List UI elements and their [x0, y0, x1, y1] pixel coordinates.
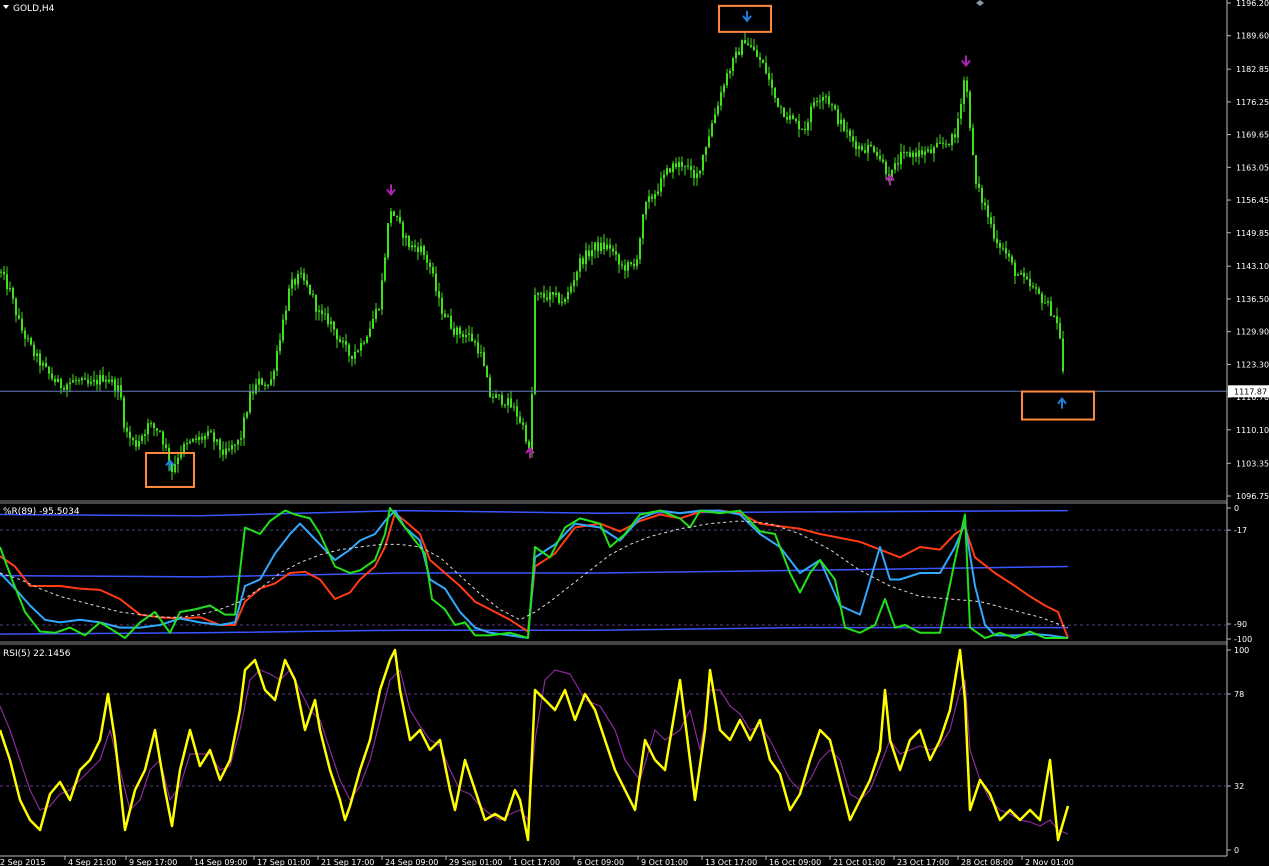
price-tick-label: 1182.85: [1236, 65, 1269, 74]
price-tick-label: 1110.10: [1236, 426, 1269, 435]
time-tick-label: 24 Sep 09:00: [385, 858, 438, 866]
wr-indicator-title: %R(89) -95.5034: [3, 507, 80, 517]
price-tick-label: 1149.85: [1236, 229, 1269, 238]
wr-level-label: -100: [1234, 635, 1252, 644]
time-tick-label: 14 Sep 09:00: [194, 858, 247, 866]
wr-level-label: -17: [1234, 526, 1247, 535]
time-tick-label: 2 Nov 01:00: [1025, 858, 1074, 866]
rsi-level-label: 32: [1234, 782, 1244, 791]
current-price-label: 1117.87: [1228, 385, 1269, 398]
price-tick-label: 1136.50: [1236, 295, 1269, 304]
price-tick-label: 1123.30: [1236, 360, 1269, 369]
candle[interactable]: [123, 395, 125, 433]
time-tick-label: 1 Oct 17:00: [513, 858, 560, 866]
price-tick-label: 1169.65: [1236, 131, 1269, 140]
time-tick-label: 2 Sep 2015: [0, 858, 46, 866]
time-tick-label: 21 Oct 01:00: [833, 858, 885, 866]
candle[interactable]: [783, 107, 785, 118]
rsi-indicator-title: RSI(5) 22.1456: [3, 649, 71, 659]
candle[interactable]: [534, 287, 536, 396]
candle[interactable]: [288, 284, 290, 311]
price-tick-label: 1096.75: [1236, 492, 1269, 501]
trading-chart: 0 -17 -90 -100 100 78 32 0 1196.20 1189.60 1182.…: [0, 0, 1269, 866]
candle[interactable]: [741, 39, 743, 58]
candle[interactable]: [525, 422, 527, 445]
current-price-text: 1117.87: [1234, 387, 1267, 396]
candle[interactable]: [843, 117, 845, 133]
price-tick-label: 1189.60: [1236, 32, 1269, 41]
price-tick-label: 1103.35: [1236, 459, 1269, 468]
symbol-title-text: GOLD,H4: [13, 4, 55, 14]
price-tick-label: 1163.05: [1236, 163, 1269, 172]
time-tick-label: 21 Sep 17:00: [321, 858, 374, 866]
price-tick-label: 1156.45: [1236, 196, 1269, 205]
candle[interactable]: [972, 123, 974, 156]
candle[interactable]: [309, 284, 311, 296]
time-tick-label: 13 Oct 17:00: [705, 858, 757, 866]
time-tick-label: 6 Oct 09:00: [577, 858, 624, 866]
time-tick-label: 9 Oct 01:00: [641, 858, 688, 866]
time-tick-label: 23 Oct 17:00: [897, 858, 949, 866]
candle[interactable]: [489, 373, 491, 398]
candle[interactable]: [777, 97, 779, 108]
rsi-level-label: 0: [1234, 846, 1239, 855]
time-axis: 2 Sep 2015 4 Sep 21:00 9 Sep 17:00 14 Sep 0…: [0, 856, 1074, 866]
time-tick-label: 9 Sep 17:00: [129, 858, 177, 866]
rsi-level-label: 78: [1234, 690, 1244, 699]
candle[interactable]: [393, 210, 395, 217]
candle[interactable]: [486, 364, 488, 378]
candle[interactable]: [384, 253, 386, 283]
price-tick-label: 1129.90: [1236, 328, 1269, 337]
candle[interactable]: [558, 291, 560, 305]
price-tick-label: 1176.25: [1236, 98, 1269, 107]
candle[interactable]: [969, 89, 971, 132]
time-tick-label: 4 Sep 21:00: [68, 858, 116, 866]
wr-level-label: 0: [1234, 504, 1239, 513]
time-tick-label: 16 Oct 09:00: [769, 858, 821, 866]
price-tick-label: 1143.10: [1236, 262, 1269, 271]
wr-level-label: -90: [1234, 620, 1247, 629]
time-tick-label: 28 Oct 08:00: [961, 858, 1013, 866]
rsi-level-label: 100: [1234, 646, 1249, 655]
candle[interactable]: [975, 155, 977, 189]
time-tick-label: 17 Sep 01:00: [257, 858, 310, 866]
price-tick-label: 1196.20: [1236, 0, 1269, 8]
candle[interactable]: [387, 222, 389, 260]
time-tick-label: 29 Sep 01:00: [449, 858, 502, 866]
candle[interactable]: [531, 386, 533, 458]
